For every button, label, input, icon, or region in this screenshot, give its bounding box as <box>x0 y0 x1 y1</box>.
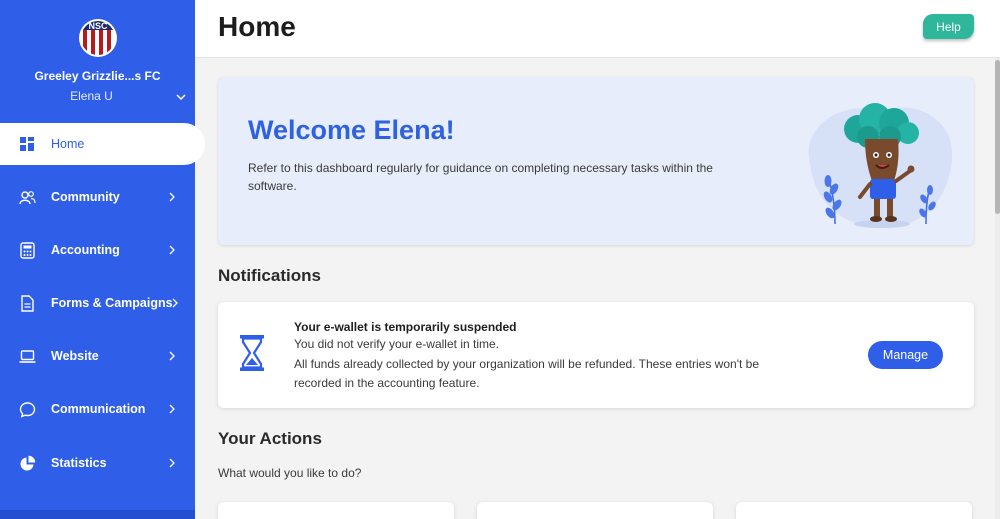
users-icon <box>19 191 36 205</box>
sidebar-item-label: Home <box>51 137 85 151</box>
notification-card: Your e-wallet is temporarily suspended Y… <box>218 302 974 408</box>
tree-mascot-illustration <box>808 103 953 228</box>
sidebar-item-forms-campaigns[interactable]: Forms & Campaigns <box>0 282 195 324</box>
sidebar-item-community[interactable]: Community <box>0 176 195 218</box>
action-card[interactable] <box>477 502 713 519</box>
sidebar-item-communication[interactable]: Communication <box>0 388 195 430</box>
pie-chart-icon <box>20 455 36 471</box>
hourglass-icon <box>240 335 264 371</box>
chat-icon <box>19 402 36 418</box>
user-name: Elena U <box>70 89 113 103</box>
action-card[interactable] <box>218 502 454 519</box>
notification-detail: All funds already collected by your orga… <box>294 357 760 390</box>
sidebar-item-label: Communication <box>51 402 146 416</box>
sidebar: NSC Greeley Grizzlie...s FC Elena U Home… <box>0 0 205 519</box>
notification-title: Your e-wallet is temporarily suspended <box>294 320 517 334</box>
calculator-icon <box>20 242 35 259</box>
scrollbar[interactable] <box>995 58 1000 519</box>
sidebar-item-label: Statistics <box>51 456 107 470</box>
action-card[interactable] <box>736 502 972 519</box>
help-button[interactable]: Help <box>923 14 974 39</box>
chevron-right-icon <box>169 404 175 414</box>
sidebar-item-website[interactable]: Website <box>0 335 195 377</box>
page-title: Home <box>218 11 296 42</box>
sidebar-item-home[interactable]: Home <box>0 123 205 165</box>
sidebar-item-statistics[interactable]: Statistics <box>0 442 195 484</box>
sidebar-item-accounting[interactable]: Accounting <box>0 229 195 271</box>
your-actions-subtitle: What would you like to do? <box>218 466 362 480</box>
organization-name: Greeley Grizzlie...s FC <box>34 69 161 83</box>
welcome-title: Welcome Elena! <box>248 115 455 145</box>
chevron-down-icon[interactable] <box>175 91 187 103</box>
welcome-text: Refer to this dashboard regularly for gu… <box>248 161 713 193</box>
laptop-icon <box>19 350 36 363</box>
chevron-right-icon <box>169 351 175 361</box>
welcome-banner: Welcome Elena! Refer to this dashboard r… <box>218 77 974 245</box>
chevron-right-icon <box>172 298 178 308</box>
scrollbar-thumb[interactable] <box>995 60 1000 214</box>
notification-message: You did not verify your e-wallet in time… <box>294 337 499 351</box>
page-header: Home Help <box>195 0 1000 58</box>
sidebar-item-label: Community <box>51 190 120 204</box>
manage-button[interactable]: Manage <box>868 341 943 369</box>
chevron-right-icon <box>169 458 175 468</box>
sidebar-item-label: Website <box>51 349 99 363</box>
your-actions-heading: Your Actions <box>218 429 322 448</box>
document-icon <box>21 295 34 312</box>
dashboard-icon <box>20 137 34 151</box>
svg-text:NSC: NSC <box>88 21 108 31</box>
sidebar-item-label: Accounting <box>51 243 120 257</box>
chevron-right-icon <box>169 192 175 202</box>
sidebar-footer <box>0 510 195 519</box>
club-crest-logo[interactable]: NSC <box>78 16 118 58</box>
sidebar-item-label: Forms & Campaigns <box>51 296 173 310</box>
user-switcher[interactable]: Elena U <box>0 89 195 105</box>
notifications-heading: Notifications <box>218 266 321 285</box>
chevron-right-icon <box>169 245 175 255</box>
